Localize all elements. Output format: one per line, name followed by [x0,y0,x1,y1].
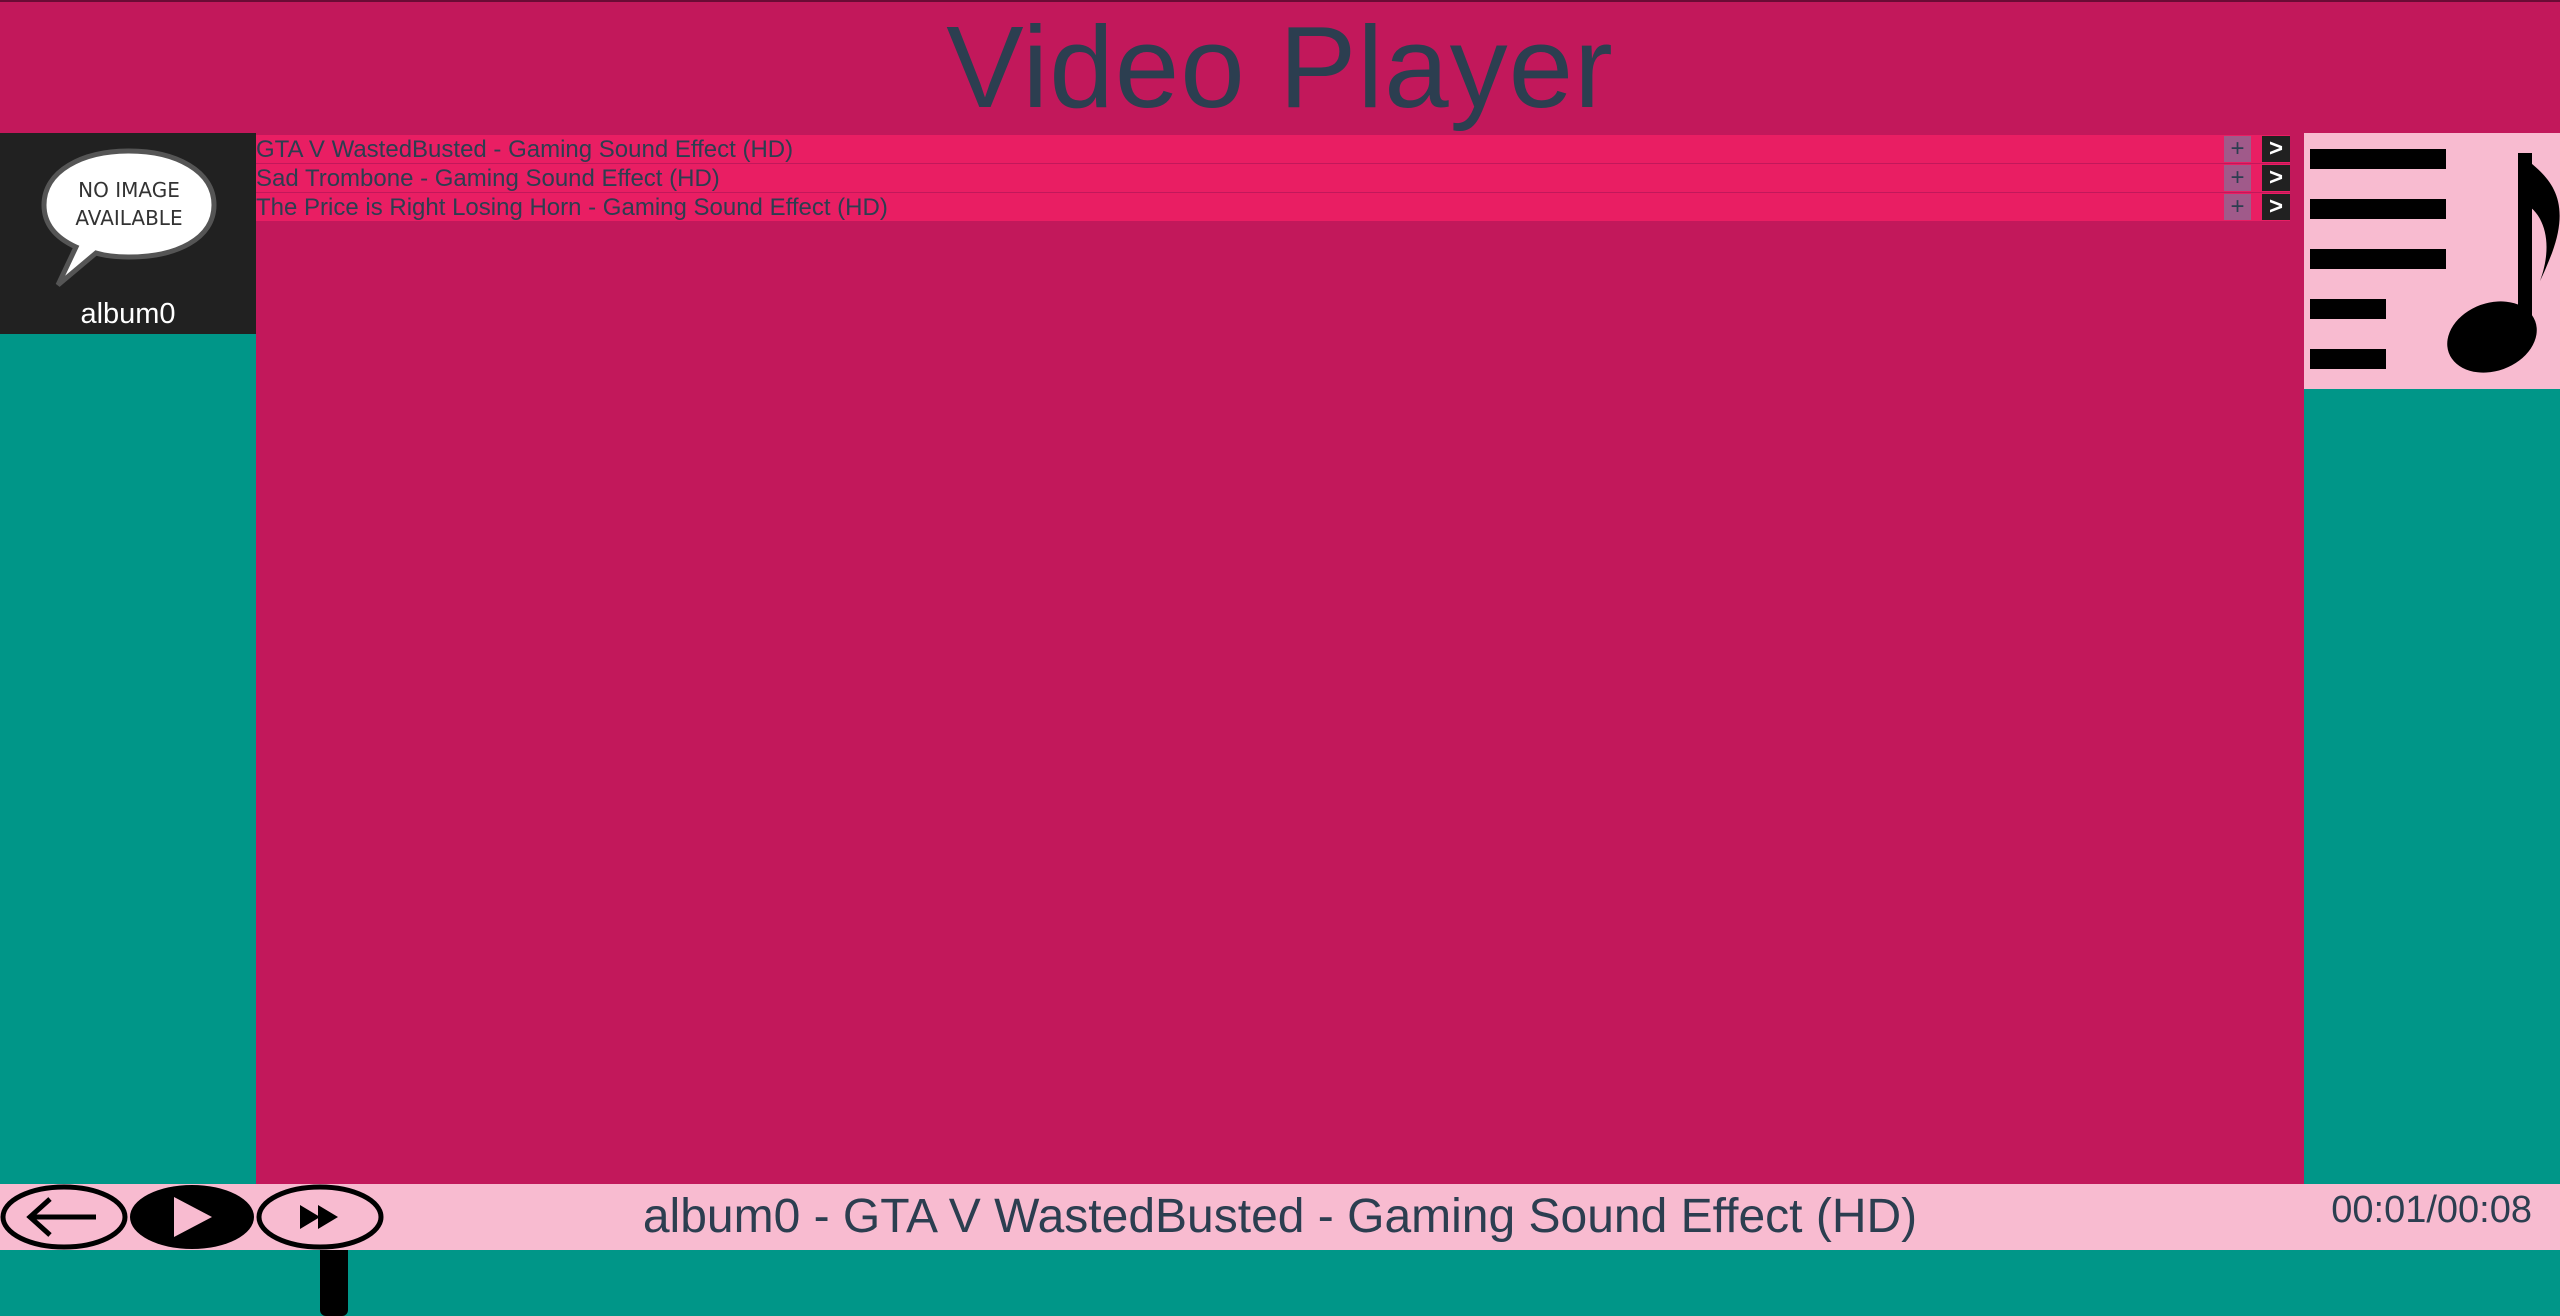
track-title[interactable]: The Price is Right Losing Horn - Gaming … [256,193,888,221]
time-display: 00:01/00:08 [2331,1189,2532,1231]
player-control-bar: album0 - GTA V WastedBusted - Gaming Sou… [0,1184,2560,1250]
album-name: album0 [80,298,176,330]
no-image-text-line2: AVAILABLE [75,206,182,230]
add-to-playlist-button[interactable]: + [2224,165,2251,191]
no-image-speech-bubble-icon: NO IMAGE AVAILABLE [41,148,217,287]
track-title[interactable]: Sad Trombone - Gaming Sound Effect (HD) [256,164,720,192]
play-button[interactable] [128,1184,256,1250]
play-track-button[interactable]: > [2262,165,2290,191]
playlist-toggle-button[interactable] [2304,133,2560,389]
track-title[interactable]: GTA V WastedBusted - Gaming Sound Effect… [256,135,793,163]
seek-bar[interactable] [0,1250,2560,1316]
track-row[interactable]: GTA V WastedBusted - Gaming Sound Effect… [256,135,2290,164]
page-title: Video Player [946,2,1614,132]
now-playing-text: album0 - GTA V WastedBusted - Gaming Sou… [642,1190,1918,1243]
add-to-playlist-button[interactable]: + [2224,194,2251,220]
add-to-playlist-button[interactable]: + [2224,136,2251,162]
back-button[interactable] [0,1184,128,1250]
track-list-panel: GTA V WastedBusted - Gaming Sound Effect… [256,133,2304,1184]
header: Video Player [0,2,2560,133]
next-button[interactable] [256,1184,384,1250]
playlist-music-icon [2310,149,2560,373]
track-row[interactable]: Sad Trombone - Gaming Sound Effect (HD) … [256,164,2290,193]
play-track-button[interactable]: > [2262,194,2290,220]
seek-handle[interactable] [320,1250,348,1316]
album-card[interactable]: NO IMAGE AVAILABLE album0 [0,133,256,334]
play-track-button[interactable]: > [2262,136,2290,162]
no-image-text-line1: NO IMAGE [78,178,180,202]
track-row[interactable]: The Price is Right Losing Horn - Gaming … [256,193,2290,222]
